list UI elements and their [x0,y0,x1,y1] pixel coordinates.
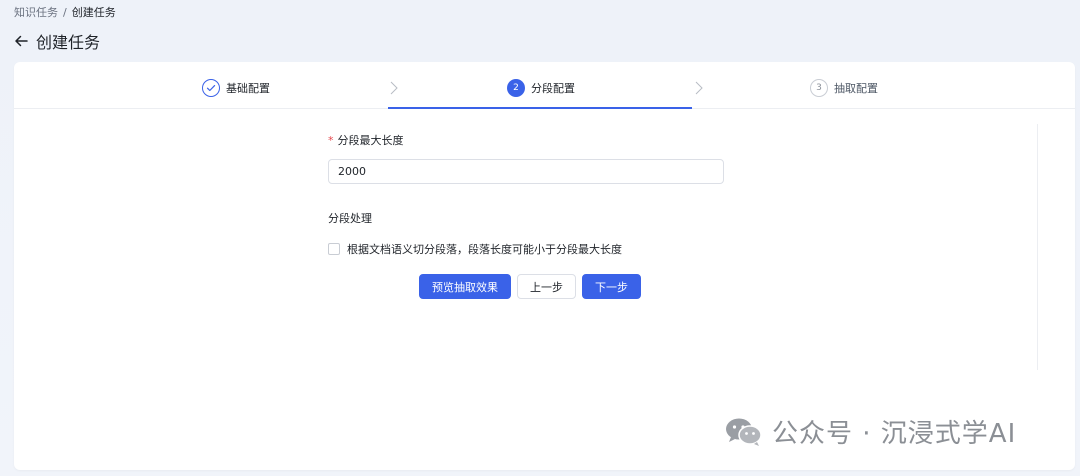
semantic-split-option[interactable]: 根据文档语义切分段落，段落长度可能小于分段最大长度 [328,241,724,257]
segment-processing-title: 分段处理 [328,212,372,225]
step-segment-config[interactable]: 2 分段配置 [507,79,575,97]
breadcrumb-parent[interactable]: 知识任务 [14,4,58,20]
step-label: 抽取配置 [834,82,878,95]
step-basic-config[interactable]: 基础配置 [202,79,270,97]
task-card: 基础配置 2 分段配置 3 抽取配置 * 分段最大长度 分段处理 根据文档语义切… [14,62,1075,470]
breadcrumb: 知识任务 / 创建任务 [14,4,116,20]
segment-form: * 分段最大长度 分段处理 根据文档语义切分段落，段落长度可能小于分段最大长度 [328,132,724,257]
chevron-right-icon [694,80,704,95]
breadcrumb-current: 创建任务 [71,6,116,19]
check-icon [202,79,220,97]
arrow-left-icon[interactable] [13,33,29,49]
step-label: 基础配置 [226,82,270,95]
semantic-split-checkbox[interactable] [328,243,340,255]
page-header: 创建任务 [13,29,100,53]
watermark: 公众号 · 沉浸式学AI [724,413,1016,450]
semantic-split-label: 根据文档语义切分段落，段落长度可能小于分段最大长度 [347,243,622,256]
steps-bar: 基础配置 2 分段配置 3 抽取配置 [14,62,1075,109]
step-label: 分段配置 [531,82,575,95]
step-extract-config[interactable]: 3 抽取配置 [810,79,878,97]
step-number: 2 [507,79,525,97]
required-mark: * [328,133,334,147]
prev-step-button[interactable]: 上一步 [517,274,576,299]
step-number: 3 [810,79,828,97]
wechat-icon [724,416,764,448]
breadcrumb-separator: / [63,5,67,19]
page-title: 创建任务 [36,33,101,52]
divider [1037,124,1038,370]
watermark-text: 公众号 · 沉浸式学AI [772,419,1017,449]
max-length-label-text: 分段最大长度 [337,134,404,147]
active-step-indicator [388,107,692,109]
max-length-input[interactable] [328,159,724,184]
preview-extract-button[interactable]: 预览抽取效果 [419,274,511,299]
next-step-button[interactable]: 下一步 [582,274,641,299]
max-length-label: * 分段最大长度 [328,132,724,148]
action-buttons: 预览抽取效果 上一步 下一步 [419,274,641,299]
chevron-right-icon [389,80,399,95]
